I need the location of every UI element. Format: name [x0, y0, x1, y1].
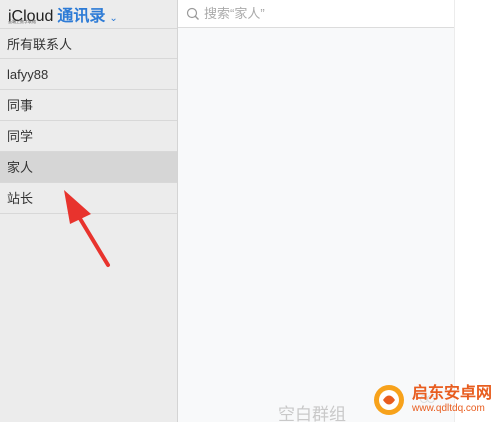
chevron-down-icon[interactable]: ⌄ [109, 13, 117, 24]
watermark-url: www.qdltdq.com [412, 403, 485, 414]
watermark-title: 启东安卓网 [412, 385, 493, 402]
group-list: 所有联系人 lafyy88 同事 同学 家人 站长 [0, 28, 177, 214]
group-item-label: 家人 [7, 160, 34, 175]
search-icon [186, 7, 200, 21]
empty-group-label: 空白群组 [278, 405, 346, 424]
group-item-label: 同事 [7, 98, 34, 113]
site-watermark: 启东安卓网 www.qdltdq.com [372, 378, 500, 422]
group-item-webmaster[interactable]: 站长 [0, 183, 177, 214]
brand-subtitle: 云端上数字联络 [8, 19, 36, 24]
group-item-label: lafyy88 [7, 67, 49, 82]
search-bar [178, 0, 454, 28]
search-input[interactable] [202, 5, 446, 22]
group-item-label: 同学 [7, 129, 34, 144]
group-item-label: 所有联系人 [7, 37, 73, 52]
group-item-label: 站长 [7, 191, 34, 206]
group-item-all-contacts[interactable]: 所有联系人 [0, 28, 177, 59]
group-item-classmates[interactable]: 同学 [0, 121, 177, 152]
group-item-colleagues[interactable]: 同事 [0, 90, 177, 121]
contact-detail-pane [454, 0, 500, 422]
group-item-family[interactable]: 家人 [0, 152, 177, 183]
app-title[interactable]: 通讯录 [57, 2, 105, 26]
watermark-logo-icon [374, 385, 404, 415]
contact-list: 空白群组 [178, 28, 454, 424]
group-item-lafyy88[interactable]: lafyy88 [0, 59, 177, 90]
groups-sidebar: iCloud 通讯录 ⌄ 云端上数字联络 所有联系人 lafyy88 同事 同学… [0, 0, 178, 422]
